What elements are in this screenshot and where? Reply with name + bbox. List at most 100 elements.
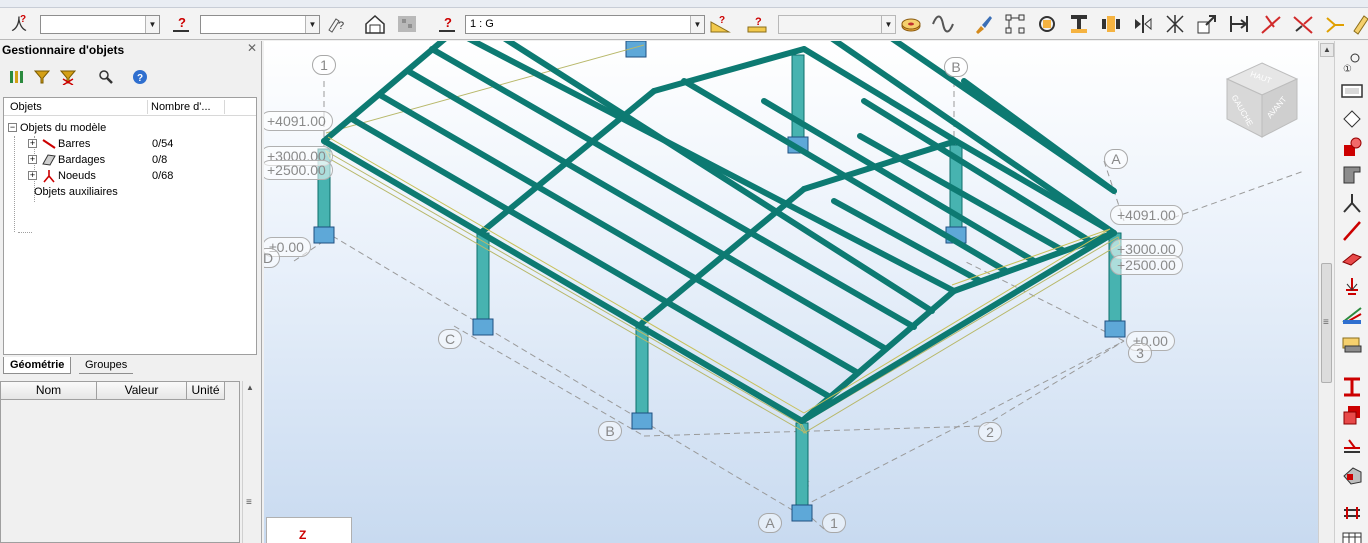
- elevation-label: +4091.00: [1110, 205, 1183, 225]
- structure-model: [293, 41, 1305, 530]
- plate-icon[interactable]: [1340, 463, 1364, 487]
- support-icon[interactable]: [1340, 275, 1364, 299]
- profile-icon[interactable]: [1340, 163, 1364, 187]
- join-icon[interactable]: [1324, 13, 1346, 35]
- extend-icon[interactable]: [1228, 13, 1250, 35]
- axis-indicator: Z: [266, 517, 352, 543]
- grid-label: 3: [1128, 343, 1152, 363]
- column-icon[interactable]: [1100, 13, 1122, 35]
- viewport-scrollbar[interactable]: ▲ ≡: [1318, 41, 1334, 543]
- column-header-objects[interactable]: Objets: [10, 101, 42, 113]
- column-header-value[interactable]: Valeur: [97, 382, 187, 400]
- column-header-name[interactable]: Nom: [1, 382, 97, 400]
- node-icon[interactable]: [1340, 191, 1364, 215]
- panel-title: Gestionnaire d'objets: [2, 43, 125, 57]
- view-cube[interactable]: HAUT GAUCHE AVANT: [1222, 61, 1302, 141]
- load-icon[interactable]: [1340, 331, 1364, 355]
- sine-wave-icon[interactable]: [932, 13, 954, 35]
- chevron-down-icon[interactable]: ▼: [881, 16, 895, 33]
- help-query-icon[interactable]: ?: [170, 13, 192, 35]
- node-numbering-icon[interactable]: ①: [1340, 51, 1364, 75]
- stiffener-icon[interactable]: [1340, 501, 1364, 525]
- house-frame-icon[interactable]: [364, 13, 386, 35]
- grip-icon[interactable]: ≡: [1323, 317, 1329, 328]
- brush-icon[interactable]: [972, 13, 994, 35]
- tree-node-label: Objets du modèle: [20, 122, 107, 134]
- help-icon[interactable]: ?: [130, 67, 150, 87]
- grid-label: B: [598, 421, 622, 441]
- tree-header: Objets Nombre d'...: [4, 98, 256, 116]
- axis-z-label: Z: [299, 528, 307, 542]
- grip-icon[interactable]: ≡: [246, 497, 252, 508]
- combo-box-2[interactable]: ▼: [200, 15, 320, 34]
- mesh-icon[interactable]: [396, 13, 418, 35]
- object-tree: Objets Nombre d'... − Objets du modèle +…: [3, 97, 257, 355]
- connection-icon[interactable]: [1340, 433, 1364, 457]
- intersect-icon[interactable]: [1164, 13, 1186, 35]
- right-toolbar: ①: [1334, 41, 1368, 543]
- break-icon[interactable]: [1292, 13, 1314, 35]
- expand-icon[interactable]: +: [28, 155, 37, 164]
- combo-box-1[interactable]: ▼: [40, 15, 160, 34]
- i-beam-icon[interactable]: [1340, 375, 1364, 399]
- column-header-unit[interactable]: Unité: [187, 382, 225, 400]
- elevation-label: +4091.00: [264, 111, 333, 131]
- material-icon[interactable]: [1340, 135, 1364, 159]
- svg-text:?: ?: [137, 73, 143, 84]
- scroll-up-icon[interactable]: ▲: [1320, 43, 1334, 57]
- properties-grid: Nom Valeur Unité: [0, 381, 240, 543]
- load-query-icon[interactable]: ?: [436, 13, 458, 35]
- filter-icon[interactable]: [32, 67, 52, 87]
- load-case-value: 1 : G: [470, 18, 494, 30]
- beam-query-icon[interactable]: ?: [746, 13, 768, 35]
- combo-box-4[interactable]: ▼: [778, 15, 896, 34]
- rotate-icon[interactable]: [1036, 13, 1058, 35]
- mirror-icon[interactable]: [1132, 13, 1154, 35]
- select-columns-icon[interactable]: [6, 67, 26, 87]
- svg-text:?: ?: [719, 15, 725, 26]
- grid-label: B: [944, 57, 968, 77]
- item-count: 0/8: [152, 154, 168, 166]
- svg-text:①: ①: [1343, 64, 1352, 74]
- close-icon[interactable]: ✕: [246, 42, 258, 54]
- tree-node-label: Bardages: [58, 154, 106, 166]
- grid-label: 1: [822, 513, 846, 533]
- load-case-select[interactable]: 1 : G ▼: [465, 15, 705, 34]
- scroll-up-icon[interactable]: ▲: [246, 383, 254, 392]
- panel-tabs: Géométrie Groupes: [3, 357, 257, 375]
- chevron-down-icon[interactable]: ▼: [305, 16, 319, 33]
- filter-clear-icon[interactable]: [58, 67, 78, 87]
- nodes-icon[interactable]: [1004, 13, 1026, 35]
- box-section-icon[interactable]: [1340, 403, 1364, 427]
- tree-node-bars[interactable]: + Barres 0/54: [28, 136, 248, 152]
- expand-icon[interactable]: +: [28, 171, 37, 180]
- tab-groups[interactable]: Groupes: [79, 357, 134, 374]
- chevron-down-icon[interactable]: ▼: [145, 16, 159, 33]
- rotate-view-icon[interactable]: [1340, 107, 1364, 131]
- cladding-icon[interactable]: [1340, 247, 1364, 271]
- collapse-icon[interactable]: −: [8, 123, 17, 132]
- grid-table-icon[interactable]: [1340, 527, 1364, 543]
- disc-icon[interactable]: [900, 13, 922, 35]
- edit-icon[interactable]: [1350, 13, 1368, 35]
- svg-text:?: ?: [444, 15, 452, 30]
- bar-icon[interactable]: [1340, 219, 1364, 243]
- pencil-query-icon[interactable]: ?: [326, 13, 348, 35]
- tree-node-auxiliary-objects[interactable]: Objets auxiliaires: [34, 184, 118, 200]
- query-icon[interactable]: 人?: [8, 13, 30, 35]
- 3d-viewport[interactable]: HAUT GAUCHE AVANT +4091.00 +3000.00 +250…: [264, 41, 1318, 543]
- tree-node-claddings[interactable]: + Bardages 0/8: [28, 152, 248, 168]
- chevron-down-icon[interactable]: ▼: [690, 16, 704, 33]
- expand-icon[interactable]: +: [28, 139, 37, 148]
- resize-icon[interactable]: [1196, 13, 1218, 35]
- trim-icon[interactable]: [1260, 13, 1282, 35]
- release-icon[interactable]: [1340, 303, 1364, 327]
- dimension-icon[interactable]: [1340, 79, 1364, 103]
- properties-scrollbar[interactable]: ▲ ≡: [242, 381, 258, 543]
- tab-geometry[interactable]: Géométrie: [3, 357, 72, 374]
- column-header-count[interactable]: Nombre d'...: [151, 101, 211, 113]
- search-icon[interactable]: [96, 67, 116, 87]
- tree-node-nodes[interactable]: + Noeuds 0/68: [28, 168, 248, 184]
- ruler-query-icon[interactable]: ?: [709, 13, 731, 35]
- section-icon[interactable]: [1068, 13, 1090, 35]
